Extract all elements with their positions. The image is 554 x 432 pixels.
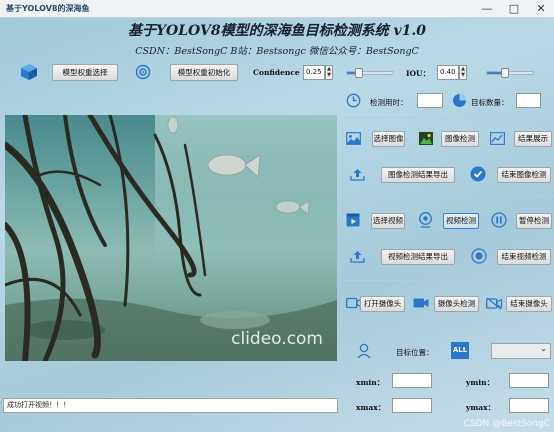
iou-input[interactable]: 0.40 xyxy=(437,65,459,80)
ymax-field xyxy=(509,398,549,413)
stop-circle-icon xyxy=(471,248,487,264)
export-video-results-button[interactable]: 视频检测结果导出 xyxy=(381,249,455,265)
title-bar: 基于YOLOV8的深海鱼 — □ ✕ xyxy=(0,0,554,18)
select-weights-button[interactable]: 模型权重选择 xyxy=(52,64,118,81)
page-title: 基于YOLOV8模型的深海鱼目标检测系统 v1.0 xyxy=(128,23,426,39)
iou-spinner[interactable]: ▲ ▼ xyxy=(459,65,467,80)
page-subtitle: CSDN：BestSongC B站：Bestsongc 微信公众号：BestSo… xyxy=(135,46,419,57)
ymax-label: ymax： xyxy=(466,403,496,412)
target-count-field xyxy=(516,93,541,108)
confidence-input[interactable]: 0.25 xyxy=(303,65,325,80)
init-weights-button[interactable]: 模型权重初始化 xyxy=(170,64,238,81)
divider xyxy=(341,117,554,118)
video-file-icon xyxy=(346,213,360,227)
pause-icon xyxy=(491,212,507,228)
target-position-label: 目标位置： xyxy=(396,348,434,357)
upload-icon xyxy=(350,169,365,181)
close-camera-button[interactable]: 结束摄像头 xyxy=(506,296,552,312)
camera-detect-icon xyxy=(413,298,429,308)
open-camera-button[interactable]: 打开摄像头 xyxy=(360,296,405,312)
image-detect-icon xyxy=(419,132,433,145)
all-badge: ALL xyxy=(451,342,469,359)
ymin-label: ymin： xyxy=(466,378,495,387)
confidence-slider[interactable] xyxy=(346,68,394,78)
confidence-slider-handle[interactable] xyxy=(354,68,363,78)
pie-chart-icon xyxy=(453,94,466,107)
csdn-watermark: CSDN @BestSongC xyxy=(463,419,550,429)
target-count-label: 目标数量： xyxy=(471,98,509,107)
line-chart-icon xyxy=(490,132,505,145)
end-video-detection-button[interactable]: 结束视频检测 xyxy=(497,249,551,265)
xmin-label: xmin： xyxy=(356,378,385,387)
detect-image-button[interactable]: 图像检测 xyxy=(441,131,479,147)
cube-icon xyxy=(21,64,37,80)
iou-slider[interactable] xyxy=(486,68,534,78)
export-image-results-button[interactable]: 图像检测结果导出 xyxy=(381,167,455,183)
divider xyxy=(341,324,554,325)
iou-slider-handle[interactable] xyxy=(501,68,510,78)
target-icon xyxy=(135,64,151,80)
user-location-icon xyxy=(357,343,371,359)
detect-time-field xyxy=(417,93,443,108)
pause-detection-button[interactable]: 暂停检测 xyxy=(516,213,552,229)
image-icon xyxy=(346,132,361,145)
end-image-detection-button[interactable]: 结束图像检测 xyxy=(497,167,551,183)
iou-label: IOU： xyxy=(406,69,431,78)
camera-off-icon xyxy=(486,297,503,310)
xmax-label: xmax： xyxy=(356,403,386,412)
window-title: 基于YOLOV8的深海鱼 xyxy=(6,4,90,13)
underwater-scene xyxy=(5,115,337,361)
detect-camera-button[interactable]: 摄像头检测 xyxy=(434,296,479,312)
webcam-icon xyxy=(419,212,432,228)
video-display: clideo.com xyxy=(5,115,337,361)
timer-icon xyxy=(346,93,361,108)
divider xyxy=(341,196,554,197)
divider xyxy=(341,280,554,281)
status-bar: 成功打开视频！！！ xyxy=(3,398,338,413)
check-circle-icon xyxy=(470,166,486,182)
confidence-label: Confidence xyxy=(253,68,300,77)
video-watermark: clideo.com xyxy=(231,329,323,349)
select-image-button[interactable]: 选择图像 xyxy=(372,131,405,147)
detect-time-label: 检测用时： xyxy=(370,98,408,107)
confidence-spinner[interactable]: ▲ ▼ xyxy=(325,65,333,80)
xmax-field xyxy=(392,398,432,413)
target-select[interactable]: ⌄ xyxy=(491,343,551,359)
xmin-field xyxy=(392,373,432,388)
minimize-button[interactable]: — xyxy=(480,2,494,15)
show-results-button[interactable]: 结果展示 xyxy=(514,131,552,147)
ymin-field xyxy=(509,373,549,388)
maximize-button[interactable]: □ xyxy=(507,2,521,15)
detect-video-button[interactable]: 视频检测 xyxy=(443,213,479,229)
select-video-button[interactable]: 选择视频 xyxy=(371,213,405,229)
close-button[interactable]: ✕ xyxy=(534,2,548,15)
upload-icon xyxy=(350,251,365,263)
